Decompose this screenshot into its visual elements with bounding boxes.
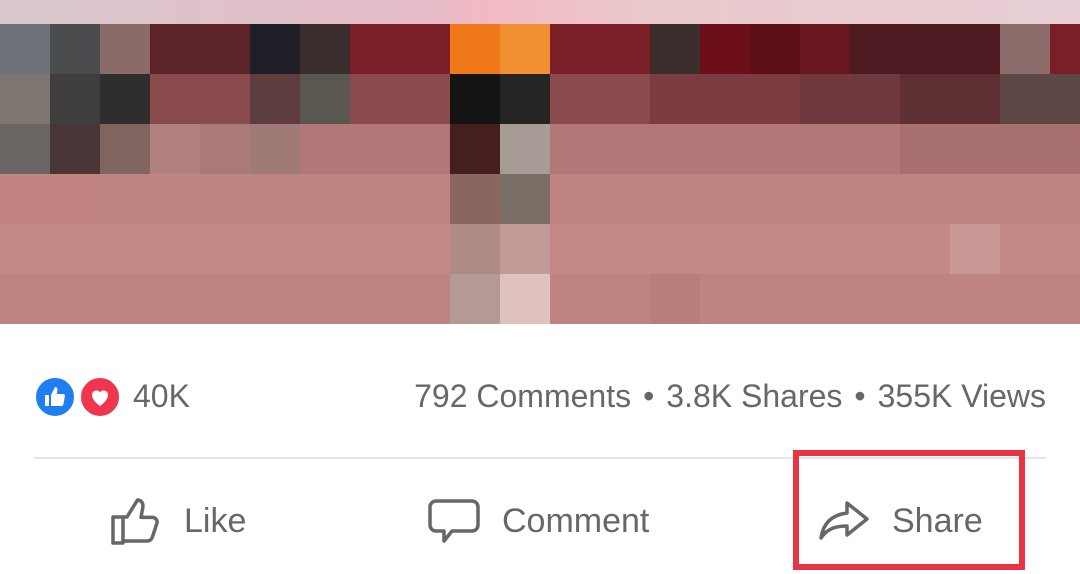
thumbnail-top-strip <box>0 0 1080 24</box>
like-label: Like <box>184 501 247 540</box>
share-label: Share <box>892 501 983 540</box>
comment-label: Comment <box>502 501 650 540</box>
post-stats-bar: 40K 792 Comments • 3.8K Shares • 355K Views <box>34 372 1046 422</box>
comment-button[interactable]: Comment <box>426 478 649 564</box>
love-reaction-icon <box>79 376 121 418</box>
comments-count[interactable]: 792 Comments <box>414 378 631 414</box>
like-button[interactable]: Like <box>108 478 246 564</box>
pixelated-image <box>0 24 1080 324</box>
post-action-bar: Like Comment Share <box>0 478 1080 564</box>
share-button[interactable]: Share <box>816 478 983 564</box>
post-meta-counts: 792 Comments • 3.8K Shares • 355K Views <box>414 378 1046 414</box>
reaction-icons[interactable] <box>34 374 124 420</box>
thumbs-up-icon <box>111 498 159 545</box>
views-count: 355K Views <box>877 378 1046 414</box>
separator-dot: • <box>854 378 866 414</box>
post-video-thumbnail[interactable] <box>0 0 1080 324</box>
shares-count[interactable]: 3.8K Shares <box>666 378 842 414</box>
reaction-count[interactable]: 40K <box>133 378 190 414</box>
speech-bubble-icon <box>428 499 480 543</box>
separator-dot: • <box>643 378 655 414</box>
like-reaction-icon <box>34 376 76 418</box>
share-arrow-icon <box>819 501 869 540</box>
stats-divider <box>34 457 1046 459</box>
